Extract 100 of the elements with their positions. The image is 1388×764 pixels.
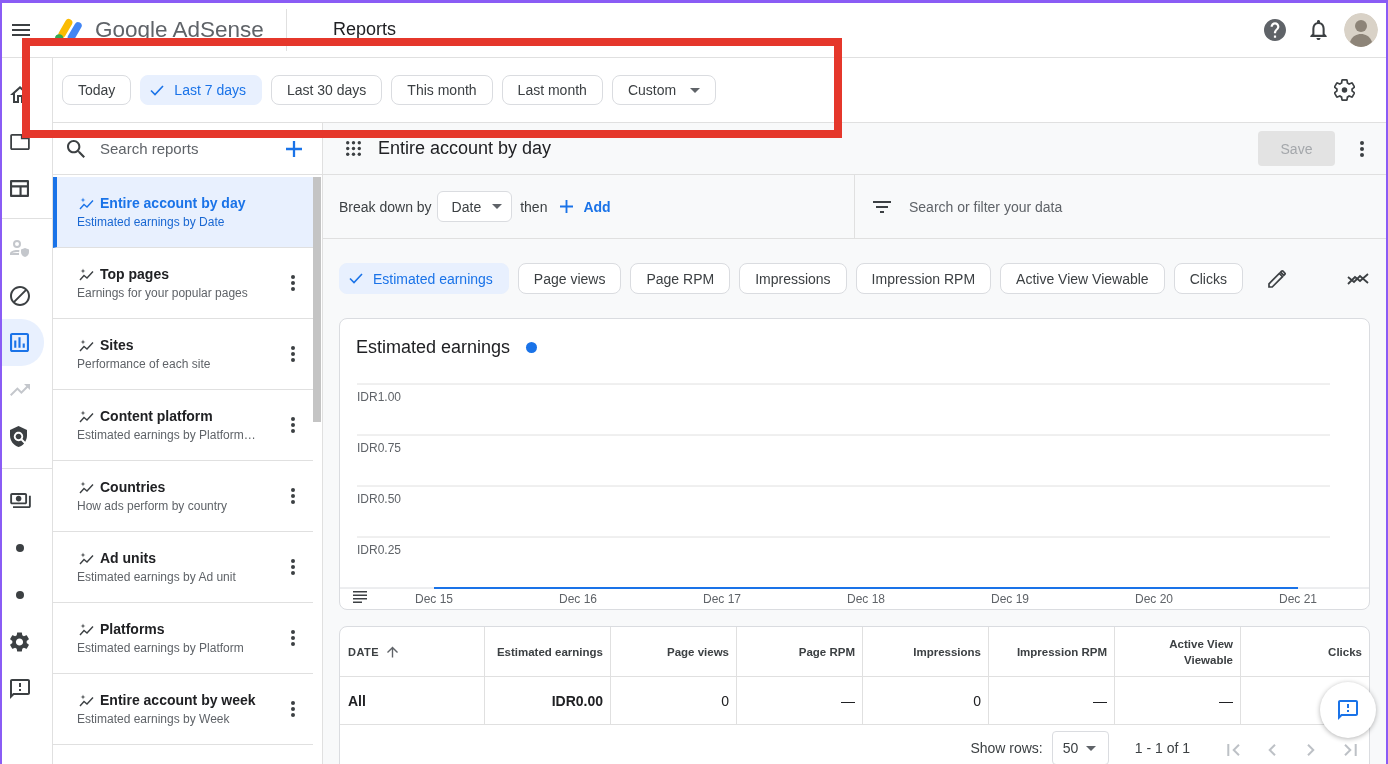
report-list-item[interactable]: Countries How ads perform by country (53, 461, 313, 532)
sort-arrow-icon (387, 645, 399, 658)
kebab-icon (291, 346, 295, 362)
sparkle-trend-icon (79, 622, 94, 636)
metric-chip[interactable]: Impressions (739, 263, 847, 294)
table-cell: All (340, 677, 485, 724)
column-header[interactable]: Clicks (1241, 627, 1369, 676)
y-axis-label: IDR0.75 (357, 441, 402, 455)
table-cell: 0 (863, 677, 989, 724)
column-header[interactable]: Impressions (863, 627, 989, 676)
sparkle-trend-icon (79, 693, 94, 707)
table-cell: — (1115, 677, 1241, 724)
add-dimension-button[interactable]: Add (560, 198, 611, 215)
avatar[interactable] (1344, 13, 1378, 47)
filter-field[interactable]: Search or filter your data (909, 194, 1209, 219)
breakdown-connector: then (520, 198, 548, 215)
caret-icon (1086, 745, 1097, 751)
column-header[interactable]: Page views (611, 627, 737, 676)
pencil-icon (1268, 269, 1286, 288)
sparkle-trend-icon (79, 551, 94, 565)
report-description: Earnings for your popular pages (77, 285, 248, 301)
date-range-dropdown[interactable]: Custom (611, 75, 717, 105)
report-title: Countries (100, 478, 166, 496)
legend-dot-icon (526, 341, 538, 353)
rows-per-page-dropdown[interactable]: 50 (1051, 731, 1109, 764)
date-range-chip[interactable]: Last 7 days (140, 75, 262, 105)
date-range-chip[interactable]: Last month (501, 75, 603, 105)
legend-label: Estimated earnings (356, 336, 511, 358)
metric-chip[interactable]: Clicks (1173, 263, 1243, 294)
bell-icon (1309, 20, 1327, 40)
table-toggle-icon[interactable] (353, 591, 367, 603)
kebab-icon (291, 630, 295, 646)
report-description: Estimated earnings by Week (77, 711, 231, 727)
x-axis-label: Dec 16 (559, 592, 597, 606)
more-options-button[interactable] (291, 275, 295, 291)
more-options-button[interactable] (291, 559, 295, 575)
scrollbar-thumb[interactable] (313, 177, 321, 422)
report-title: Top pages (100, 265, 169, 283)
new-report-button[interactable] (286, 140, 302, 157)
breakdown-dropdown[interactable]: Date (436, 191, 513, 222)
report-description: Estimated earnings by Platform (77, 640, 244, 656)
metric-chip[interactable]: Page RPM (630, 263, 731, 294)
plus-icon (286, 140, 302, 157)
more-options-button[interactable] (291, 701, 295, 717)
x-axis-label: Dec 20 (1135, 592, 1173, 606)
edit-metrics-button[interactable] (1268, 269, 1286, 288)
date-range-chip[interactable]: Last 30 days (270, 75, 383, 105)
metric-chip[interactable]: Page views (517, 263, 622, 294)
column-header[interactable]: Active View Viewable (1115, 627, 1241, 676)
rows-per-page-label: Show rows: (970, 740, 1043, 756)
report-title: Entire account by week (100, 691, 256, 709)
report-list-item[interactable]: Ad units Estimated earnings by Ad unit (53, 532, 313, 603)
x-axis-label: Dec 21 (1279, 592, 1317, 606)
column-header[interactable]: Estimated earnings (485, 627, 611, 676)
kebab-icon (291, 417, 295, 433)
more-options-button[interactable] (291, 630, 295, 646)
date-range-chip[interactable]: This month (391, 75, 493, 105)
metric-chip[interactable]: Impression RPM (855, 263, 992, 294)
check-icon (349, 273, 363, 284)
column-header[interactable]: Page RPM (737, 627, 863, 676)
check-icon (150, 84, 165, 96)
y-axis-label: IDR1.00 (357, 390, 402, 404)
metric-chip[interactable]: Estimated earnings (339, 263, 509, 294)
last-page-icon (1344, 744, 1357, 756)
column-header[interactable]: DATE (340, 627, 485, 676)
sparkle-trend-icon (79, 409, 94, 423)
report-description: Estimated earnings by Ad unit (77, 569, 236, 585)
more-options-button[interactable] (291, 346, 295, 362)
more-options-button[interactable] (1360, 140, 1364, 157)
report-description: Estimated earnings by Platform… (77, 427, 256, 443)
y-axis-label: IDR0.25 (357, 543, 402, 557)
more-options-button[interactable] (291, 417, 295, 433)
search-field[interactable]: Search reports (100, 136, 250, 161)
feedback-icon (1338, 700, 1358, 720)
more-options-button[interactable] (291, 488, 295, 504)
report-description: Estimated earnings by Date (77, 214, 226, 230)
sparkle-trend-icon (79, 338, 94, 352)
report-list-item[interactable]: Entire account by week Estimated earnings by Week (53, 674, 313, 745)
column-header[interactable]: Impression RPM (989, 627, 1115, 676)
filter-icon (873, 200, 891, 213)
compare-button[interactable] (1347, 271, 1369, 286)
settings-icon (1333, 79, 1355, 101)
table-cell: — (737, 677, 863, 724)
breakdown-label: Break down by (339, 198, 432, 215)
report-title: Ad units (100, 549, 156, 567)
report-list-item[interactable]: Platforms Estimated earnings by Platform (53, 603, 313, 674)
report-title: Entire account by day (100, 194, 246, 212)
bar-chart-nav-button[interactable] (2, 319, 44, 366)
menu-icon (12, 24, 30, 36)
kebab-icon (291, 559, 295, 575)
page-range: 1 - 1 of 1 (1134, 740, 1190, 756)
metric-chip[interactable]: Active View Viewable (1000, 263, 1165, 294)
y-axis-label: IDR0.50 (357, 492, 402, 506)
kebab-icon (291, 701, 295, 717)
report-list-item[interactable]: Entire account by day Estimated earnings by Date (53, 177, 313, 248)
report-title: Platforms (100, 620, 165, 638)
report-list-item[interactable]: Content platform Estimated earnings by Platform… (53, 390, 313, 461)
table-cell: 0 (611, 677, 737, 724)
x-axis-label: Dec 15 (415, 592, 453, 606)
date-range-chip[interactable]: Today (62, 75, 132, 105)
